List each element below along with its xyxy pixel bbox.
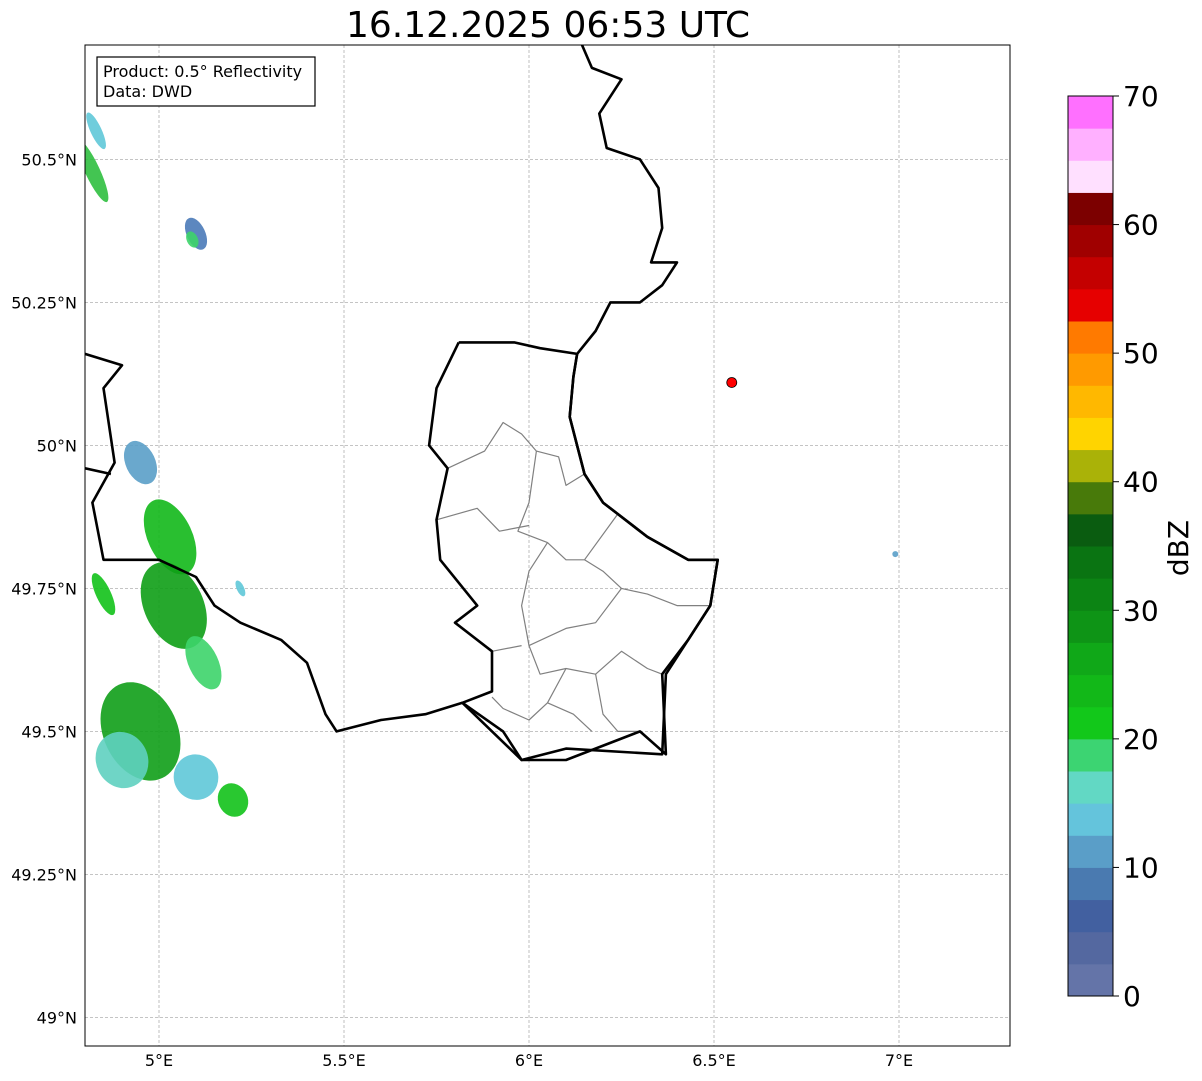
radar-figure: 5°E 5.5°E 6°E 6.5°E 7°E 49°N 49.25°N 49.5°N 49.7…: [11, 44, 1195, 1070]
colorbar-unit-label: dBZ: [1162, 520, 1195, 576]
colorbar-segment: [1068, 835, 1113, 868]
lon-tick-label: 5°E: [145, 1051, 173, 1070]
colorbar-segment: [1068, 610, 1113, 643]
colorbar-segment: [1068, 160, 1113, 193]
colorbar-segment: [1068, 224, 1113, 258]
colorbar-segment: [1068, 385, 1113, 418]
colorbar-segment: [1068, 513, 1113, 547]
info-box: Product: 0.5° Reflectivity Data: DWD: [96, 56, 316, 107]
colorbar-segment: [1068, 288, 1113, 322]
colorbar-segment: [1068, 963, 1113, 997]
lat-tick-label: 49.75°N: [11, 579, 77, 598]
radar-site-dot[interactable]: [726, 377, 738, 388]
colorbar-segment: [1068, 256, 1113, 290]
radar-site-marker[interactable]: [726, 377, 738, 388]
colorbar-segment: [1068, 96, 1113, 129]
colorbar-segment: [1068, 128, 1113, 161]
colorbar-tick-label: 30: [1123, 594, 1159, 627]
colorbar-tick-label: 10: [1123, 851, 1159, 884]
colorbar-segment: [1068, 931, 1113, 965]
lat-tick-label: 49°N: [37, 1008, 77, 1027]
lat-tick-label: 50°N: [37, 436, 77, 455]
lat-tick-label: 50.5°N: [21, 150, 77, 169]
lon-tick-label: 7°E: [885, 1051, 913, 1070]
colorbar-segment: [1068, 706, 1113, 740]
colorbar-tick-label: 0: [1123, 980, 1141, 1013]
product-label: Product: 0.5° Reflectivity: [103, 62, 302, 81]
colorbar-segment: [1068, 674, 1113, 708]
lon-tick-label: 6°E: [515, 1051, 543, 1070]
colorbar-segment: [1068, 417, 1113, 451]
colorbar-segment: [1068, 899, 1113, 933]
colorbar-segment: [1068, 321, 1113, 354]
colorbar-tick-label: 20: [1123, 723, 1159, 756]
colorbar-tick-label: 40: [1123, 466, 1159, 499]
map-background: [85, 45, 1010, 1046]
lon-tick-label: 6.5°E: [692, 1051, 736, 1070]
data-source-label: Data: DWD: [103, 82, 192, 101]
lat-tick-label: 50.25°N: [11, 293, 77, 312]
colorbar: 0 10 20 30 40 50 60 70: [1067, 80, 1159, 1013]
colorbar-tick-label: 50: [1123, 337, 1159, 370]
colorbar-segment: [1068, 578, 1113, 611]
lat-tick-label: 49.5°N: [21, 722, 77, 741]
colorbar-segment: [1068, 867, 1113, 901]
lat-tick-label: 49.25°N: [11, 865, 77, 884]
colorbar-segment: [1068, 353, 1113, 386]
colorbar-tick-label: 60: [1123, 209, 1159, 242]
colorbar-segment: [1068, 449, 1113, 483]
lon-tick-label: 5.5°E: [322, 1051, 366, 1070]
colorbar-segment: [1068, 192, 1113, 226]
colorbar-tick-label: 70: [1123, 80, 1159, 113]
colorbar-segment: [1068, 738, 1113, 772]
colorbar-segment: [1068, 481, 1113, 515]
colorbar-segment: [1068, 642, 1113, 676]
colorbar-segment: [1068, 771, 1113, 804]
colorbar-segment: [1068, 803, 1113, 836]
colorbar-segment: [1068, 546, 1113, 579]
